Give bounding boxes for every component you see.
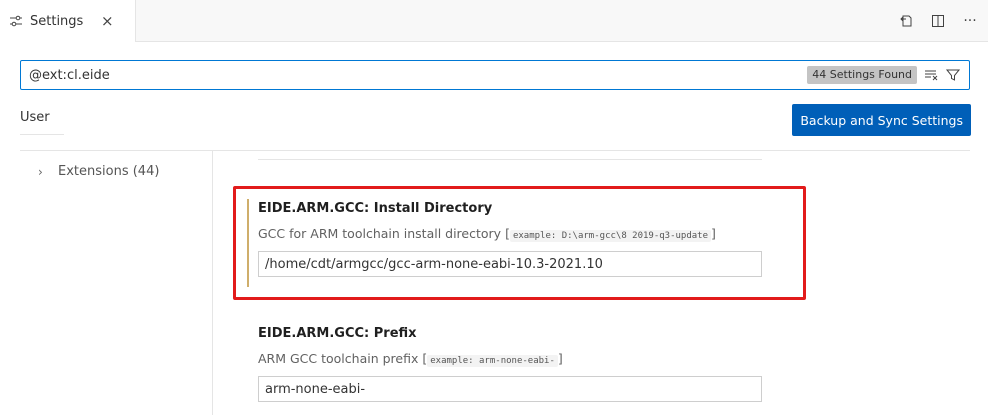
- settings-tab-label: Settings: [30, 13, 84, 29]
- previous-setting-separator: [258, 159, 762, 160]
- chevron-right-icon: ›: [38, 164, 43, 179]
- setting-description: ARM GCC toolchain prefix [example: arm-n…: [258, 351, 762, 367]
- setting-description-text: GCC for ARM toolchain install directory: [258, 226, 502, 241]
- bracket-close: ]: [557, 351, 563, 366]
- prefix-input[interactable]: [258, 376, 762, 402]
- more-actions-icon[interactable]: ···: [960, 11, 980, 31]
- bracket-close: ]: [711, 226, 716, 241]
- toc-item-label: Extensions (44): [58, 164, 160, 179]
- settings-sliders-icon: [8, 13, 24, 29]
- toc-item-extensions[interactable]: › Extensions (44): [38, 164, 159, 179]
- open-json-icon[interactable]: [896, 11, 916, 31]
- setting-install-directory: EIDE.ARM.GCC: Install Directory GCC for …: [258, 201, 762, 277]
- settings-found-badge: 44 Settings Found: [807, 66, 917, 84]
- user-scope-tab[interactable]: User: [20, 110, 50, 125]
- setting-description: GCC for ARM toolchain install directory …: [258, 226, 762, 242]
- split-editor-icon[interactable]: [928, 11, 948, 31]
- setting-prefix: EIDE.ARM.GCC: Prefix ARM GCC toolchain p…: [258, 326, 762, 402]
- setting-example: example: arm-none-eabi-: [427, 355, 558, 367]
- setting-title: EIDE.ARM.GCC: Install Directory: [258, 201, 493, 216]
- modified-indicator: [247, 199, 249, 287]
- editor-actions: ···: [896, 0, 980, 42]
- setting-title: EIDE.ARM.GCC: Prefix: [258, 326, 417, 341]
- setting-description-text: ARM GCC toolchain prefix: [258, 351, 419, 366]
- setting-example: example: D:\arm-gcc\8 2019-q3-update: [509, 230, 712, 242]
- clear-filter-icon[interactable]: [923, 67, 939, 83]
- settings-search-input[interactable]: [21, 61, 781, 89]
- settings-tab[interactable]: Settings ×: [0, 0, 136, 42]
- scope-tab-indicator: [20, 134, 64, 135]
- settings-search-box: 44 Settings Found: [20, 60, 970, 90]
- editor-tab-bar: Settings × ···: [0, 0, 988, 42]
- backup-sync-button[interactable]: Backup and Sync Settings: [792, 104, 971, 136]
- filter-icon[interactable]: [945, 67, 961, 83]
- close-icon[interactable]: ×: [99, 12, 115, 30]
- install-directory-input[interactable]: [258, 251, 762, 277]
